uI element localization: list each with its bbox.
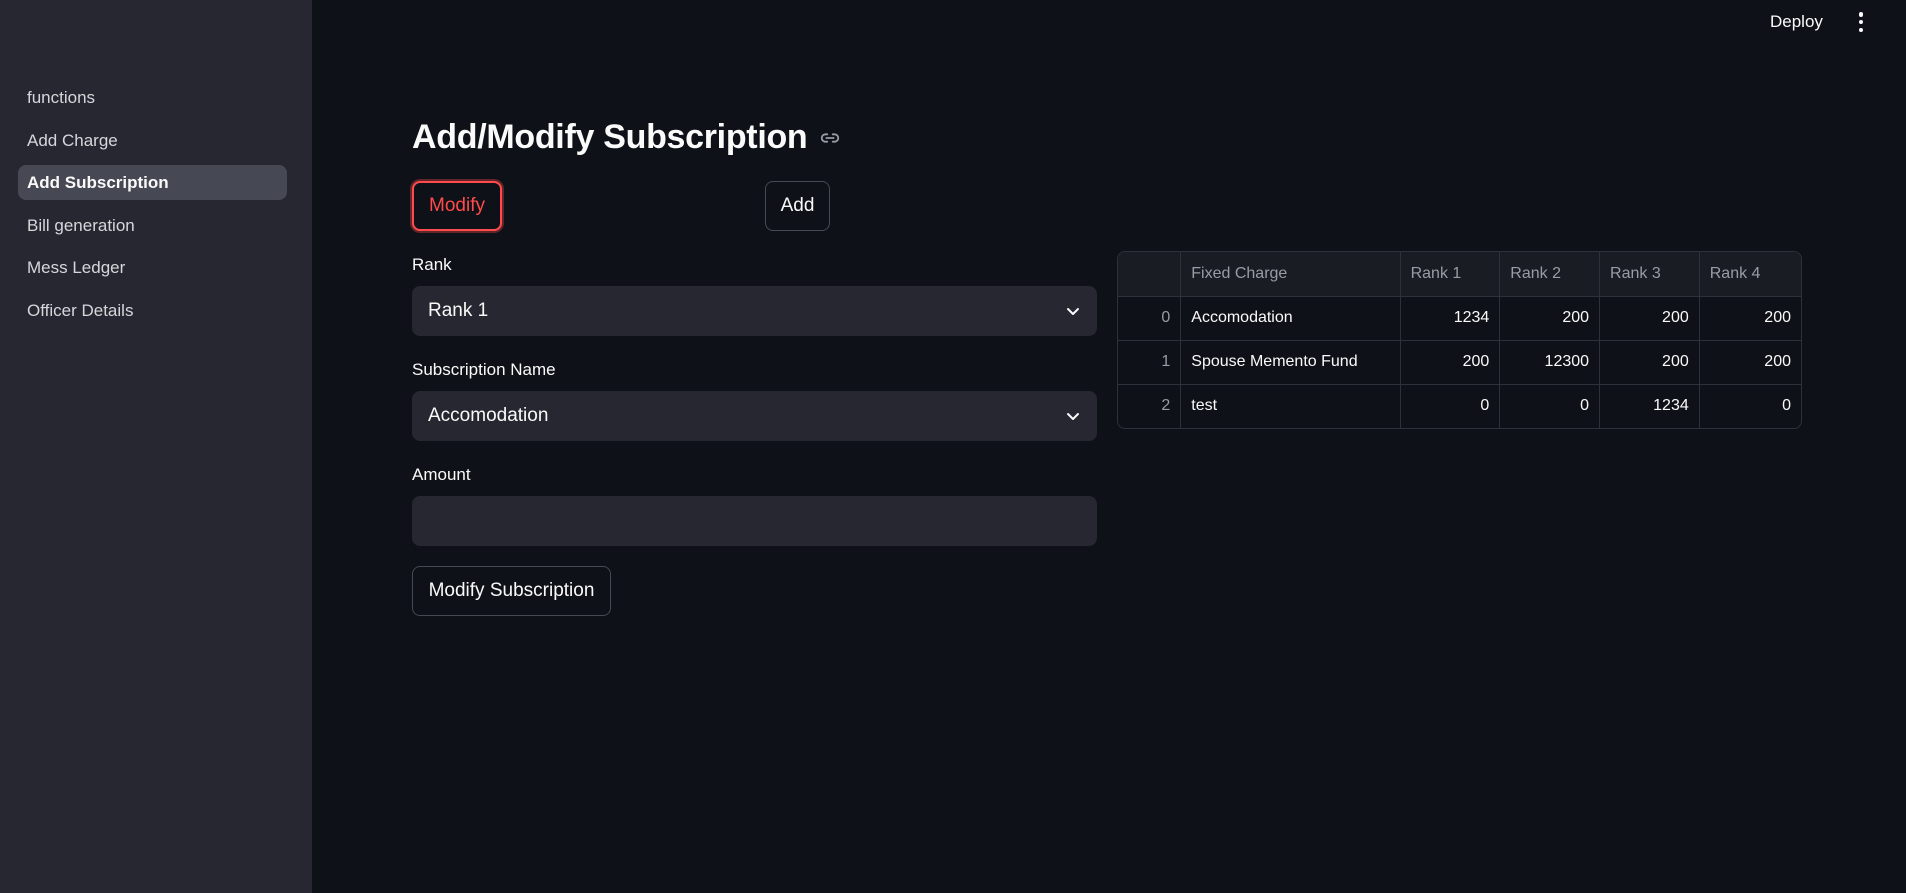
subscription-name-label: Subscription Name	[412, 360, 556, 379]
table-cell[interactable]: 200	[1699, 340, 1801, 385]
column-header[interactable]: Rank 1	[1400, 252, 1501, 297]
modify-subscription-button[interactable]: Modify Subscription	[412, 566, 611, 616]
table-header-row: Fixed Charge Rank 1 Rank 2 Rank 3 Rank 4	[1118, 252, 1801, 297]
sidebar-nav: functions Add Charge Add Subscription Bi…	[18, 80, 287, 335]
table-cell[interactable]: 12300	[1499, 340, 1601, 385]
table-row: 0 Accomodation 1234 200 200 200	[1118, 296, 1801, 341]
table-cell[interactable]: 200	[1599, 296, 1700, 341]
table-row: 1 Spouse Memento Fund 200 12300 200 200	[1118, 340, 1801, 385]
table-cell[interactable]: 200	[1599, 340, 1700, 385]
column-header[interactable]: Rank 4	[1699, 252, 1801, 297]
column-header[interactable]: Rank 2	[1499, 252, 1601, 297]
add-button[interactable]: Add	[765, 181, 830, 231]
subscription-name-value: Accomodation	[428, 405, 549, 426]
sidebar-item-bill-generation[interactable]: Bill generation	[18, 208, 287, 243]
chevron-down-icon	[1067, 308, 1079, 315]
amount-label: Amount	[412, 465, 471, 484]
row-index: 1	[1118, 340, 1182, 385]
sidebar-item-mess-ledger[interactable]: Mess Ledger	[18, 250, 287, 285]
subscription-name-select[interactable]: Accomodation	[412, 391, 1097, 441]
chevron-down-icon	[1067, 413, 1079, 420]
table-cell[interactable]: 200	[1499, 296, 1601, 341]
sidebar: functions Add Charge Add Subscription Bi…	[0, 0, 312, 893]
table-cell[interactable]: test	[1180, 384, 1401, 428]
table-cell[interactable]: 1234	[1599, 384, 1700, 428]
rank-select-value: Rank 1	[428, 300, 489, 321]
sidebar-item-add-subscription[interactable]: Add Subscription	[18, 165, 287, 200]
row-index: 0	[1118, 296, 1182, 341]
table-cell[interactable]: 0	[1699, 384, 1801, 428]
column-header[interactable]: Fixed Charge	[1180, 252, 1401, 297]
sidebar-item-add-charge[interactable]: Add Charge	[18, 123, 287, 158]
amount-input[interactable]	[412, 496, 1097, 546]
page-title: Add/Modify Subscription	[412, 118, 808, 156]
table-cell[interactable]: 0	[1499, 384, 1601, 428]
table-cell[interactable]: 1234	[1400, 296, 1501, 341]
row-index: 2	[1118, 384, 1182, 428]
table-cell[interactable]: Spouse Memento Fund	[1180, 340, 1401, 385]
rank-label: Rank	[412, 255, 452, 274]
index-header	[1118, 252, 1182, 297]
column-header[interactable]: Rank 3	[1599, 252, 1700, 297]
table-cell[interactable]: 200	[1400, 340, 1501, 385]
table-row: 2 test 0 0 1234 0	[1118, 384, 1801, 428]
link-icon[interactable]	[819, 127, 841, 149]
table-cell[interactable]: 0	[1400, 384, 1501, 428]
vertical-dots-icon[interactable]	[1854, 12, 1868, 32]
table-cell[interactable]: 200	[1699, 296, 1801, 341]
table-cell[interactable]: Accomodation	[1180, 296, 1401, 341]
sidebar-item-functions[interactable]: functions	[18, 80, 287, 115]
title-row: Add/Modify Subscription	[412, 118, 841, 157]
deploy-button[interactable]: Deploy	[1770, 10, 1823, 34]
modify-button[interactable]: Modify	[412, 181, 502, 231]
rank-select[interactable]: Rank 1	[412, 286, 1097, 336]
sidebar-item-officer-details[interactable]: Officer Details	[18, 293, 287, 328]
subscription-table[interactable]: Fixed Charge Rank 1 Rank 2 Rank 3 Rank 4…	[1117, 251, 1802, 429]
